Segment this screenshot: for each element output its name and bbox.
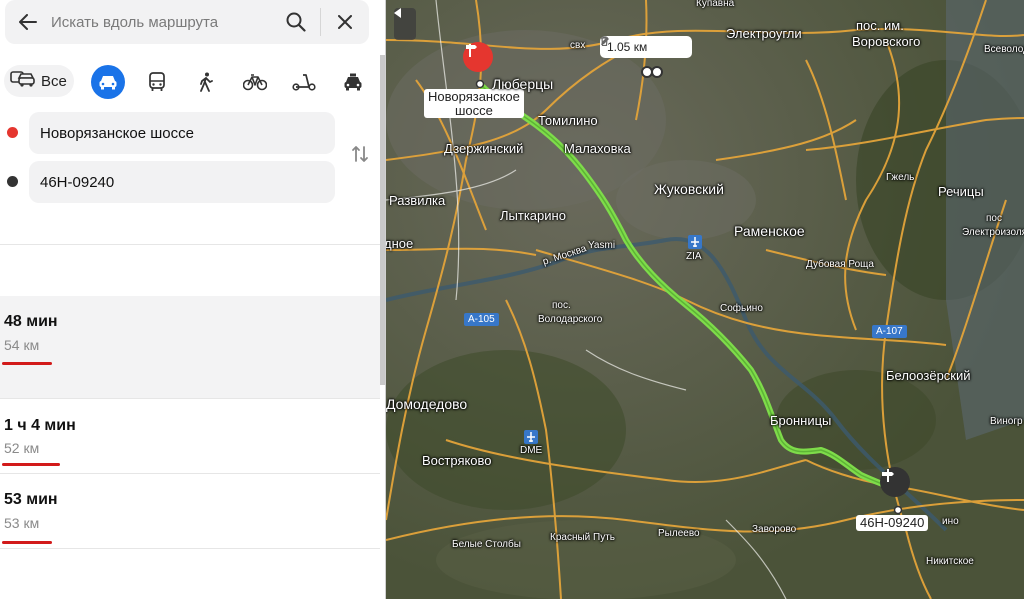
start-point-dot bbox=[7, 127, 18, 138]
place-label: Yasmi bbox=[588, 240, 616, 251]
place-label: пос. им. bbox=[856, 18, 904, 33]
panel-divider bbox=[0, 244, 380, 245]
red-underline-mark bbox=[2, 541, 52, 544]
search-input[interactable]: Искать вдоль маршрута bbox=[51, 14, 272, 31]
place-label: Заворово bbox=[752, 524, 797, 535]
mode-taxi-button[interactable] bbox=[336, 65, 370, 99]
route-divider bbox=[0, 548, 380, 549]
mode-car-button[interactable] bbox=[91, 65, 125, 99]
ruler-points-icon[interactable] bbox=[640, 65, 666, 79]
place-label: Томилино bbox=[538, 113, 598, 128]
place-label: Электроугли bbox=[726, 26, 802, 41]
car-icon bbox=[99, 76, 117, 90]
road-shield: А-105 bbox=[464, 313, 499, 326]
chevron-left-icon bbox=[394, 8, 401, 18]
waypoint-from: Новорязанское шоссе bbox=[0, 112, 380, 154]
mode-walk-button[interactable] bbox=[189, 65, 223, 99]
route-distance: 54 км bbox=[4, 337, 40, 353]
place-label: Дзержинский bbox=[444, 141, 524, 156]
waypoint-to: 46Н-09240 bbox=[0, 161, 380, 203]
place-label: Гжель bbox=[886, 172, 915, 183]
bus-icon bbox=[149, 72, 165, 91]
transport-mode-bar: Все bbox=[0, 58, 375, 104]
place-label: Развилка bbox=[389, 193, 446, 208]
place-label: Домодедово bbox=[386, 396, 468, 412]
place-label: Рылеево bbox=[658, 528, 700, 539]
ruler-measure-popup[interactable]: 1.05 км bbox=[600, 36, 692, 58]
route-start-point bbox=[475, 79, 485, 89]
scooter-icon bbox=[292, 74, 316, 91]
satellite-map[interactable]: 1.05 км Новорязанское шоссе 46Н-09240 Ку… bbox=[386, 0, 1024, 599]
to-field[interactable]: 46Н-09240 bbox=[29, 161, 335, 203]
mode-all-label: Все bbox=[41, 72, 67, 90]
close-icon[interactable] bbox=[321, 0, 369, 44]
place-label: Всеволод bbox=[984, 44, 1024, 55]
place-label: свх bbox=[570, 40, 586, 51]
walk-icon bbox=[200, 72, 213, 92]
signpost-icon bbox=[466, 44, 477, 57]
measure-distance: 1.05 км bbox=[607, 40, 648, 54]
place-label: Виногр bbox=[990, 416, 1023, 427]
end-point-dot bbox=[7, 176, 18, 187]
place-label: ино bbox=[942, 516, 959, 527]
route-option-3[interactable]: 53 мин 53 км bbox=[0, 474, 380, 548]
place-label: Софьино bbox=[720, 303, 763, 314]
road-shield: А-107 bbox=[872, 325, 907, 338]
place-label: Володарского bbox=[538, 314, 603, 325]
route-time: 53 мин bbox=[4, 491, 58, 508]
route-distance: 53 км bbox=[4, 515, 40, 531]
place-label: Лыткарино bbox=[500, 208, 566, 223]
from-field[interactable]: Новорязанское шоссе bbox=[29, 112, 335, 154]
place-label: Белые Столбы bbox=[452, 539, 521, 550]
place-label: пос bbox=[986, 213, 1002, 224]
red-underline-mark bbox=[2, 362, 52, 365]
route-panel: Искать вдоль маршрута Все Новорязанское … bbox=[0, 0, 380, 599]
mode-scooter-button[interactable] bbox=[287, 65, 321, 99]
place-label: Малаховка bbox=[564, 141, 631, 156]
route-time: 1 ч 4 мин bbox=[4, 417, 76, 434]
airport-icon bbox=[688, 235, 702, 249]
route-option-1[interactable]: 48 мин 54 км bbox=[0, 296, 380, 398]
end-label: 46Н-09240 bbox=[856, 515, 929, 531]
search-icon[interactable] bbox=[272, 0, 320, 44]
route-search-bar[interactable]: Искать вдоль маршрута bbox=[5, 0, 369, 44]
route-option-2[interactable]: 1 ч 4 мин 52 км bbox=[0, 399, 380, 473]
car-bus-icon bbox=[10, 69, 36, 93]
place-label: Люберцы bbox=[492, 76, 554, 92]
route-end-point bbox=[893, 505, 903, 515]
bike-icon bbox=[243, 74, 267, 91]
red-underline-mark bbox=[2, 463, 60, 466]
place-label: Дубовая Роща bbox=[806, 259, 874, 270]
airport-label: ZIA bbox=[686, 251, 702, 262]
place-label: Электроизоля bbox=[962, 227, 1024, 238]
place-label: Жуковский bbox=[654, 181, 724, 197]
place-label: Купавна bbox=[696, 0, 735, 9]
collapse-panel-button[interactable] bbox=[394, 8, 416, 40]
mode-bike-button[interactable] bbox=[238, 65, 272, 99]
route-end-pin[interactable] bbox=[880, 467, 910, 497]
route-start-pin[interactable] bbox=[463, 42, 493, 72]
place-label: Красный Путь bbox=[550, 532, 615, 543]
taxi-icon bbox=[344, 73, 362, 91]
place-label: Никитское bbox=[926, 556, 974, 567]
start-label: Новорязанское шоссе bbox=[424, 89, 524, 119]
airport-icon bbox=[524, 430, 538, 444]
place-label: Раменское bbox=[734, 223, 805, 239]
place-label: Востряково bbox=[422, 453, 492, 468]
mode-all-button[interactable]: Все bbox=[4, 65, 74, 97]
place-label: пос. bbox=[552, 300, 571, 311]
mode-bus-button[interactable] bbox=[140, 65, 174, 99]
place-label: Речицы bbox=[938, 184, 984, 199]
place-label: Бронницы bbox=[770, 413, 832, 428]
swap-direction-icon[interactable] bbox=[349, 142, 371, 166]
route-distance: 52 км bbox=[4, 440, 40, 456]
place-label: Воровского bbox=[852, 34, 921, 49]
airport-label: DME bbox=[520, 445, 543, 456]
forest-area bbox=[386, 350, 626, 510]
route-time: 48 мин bbox=[4, 313, 58, 330]
back-arrow-icon[interactable] bbox=[5, 0, 51, 44]
place-label: Белоозёрский bbox=[886, 368, 971, 383]
signpost-icon bbox=[882, 469, 894, 482]
place-label: дное bbox=[386, 236, 414, 251]
